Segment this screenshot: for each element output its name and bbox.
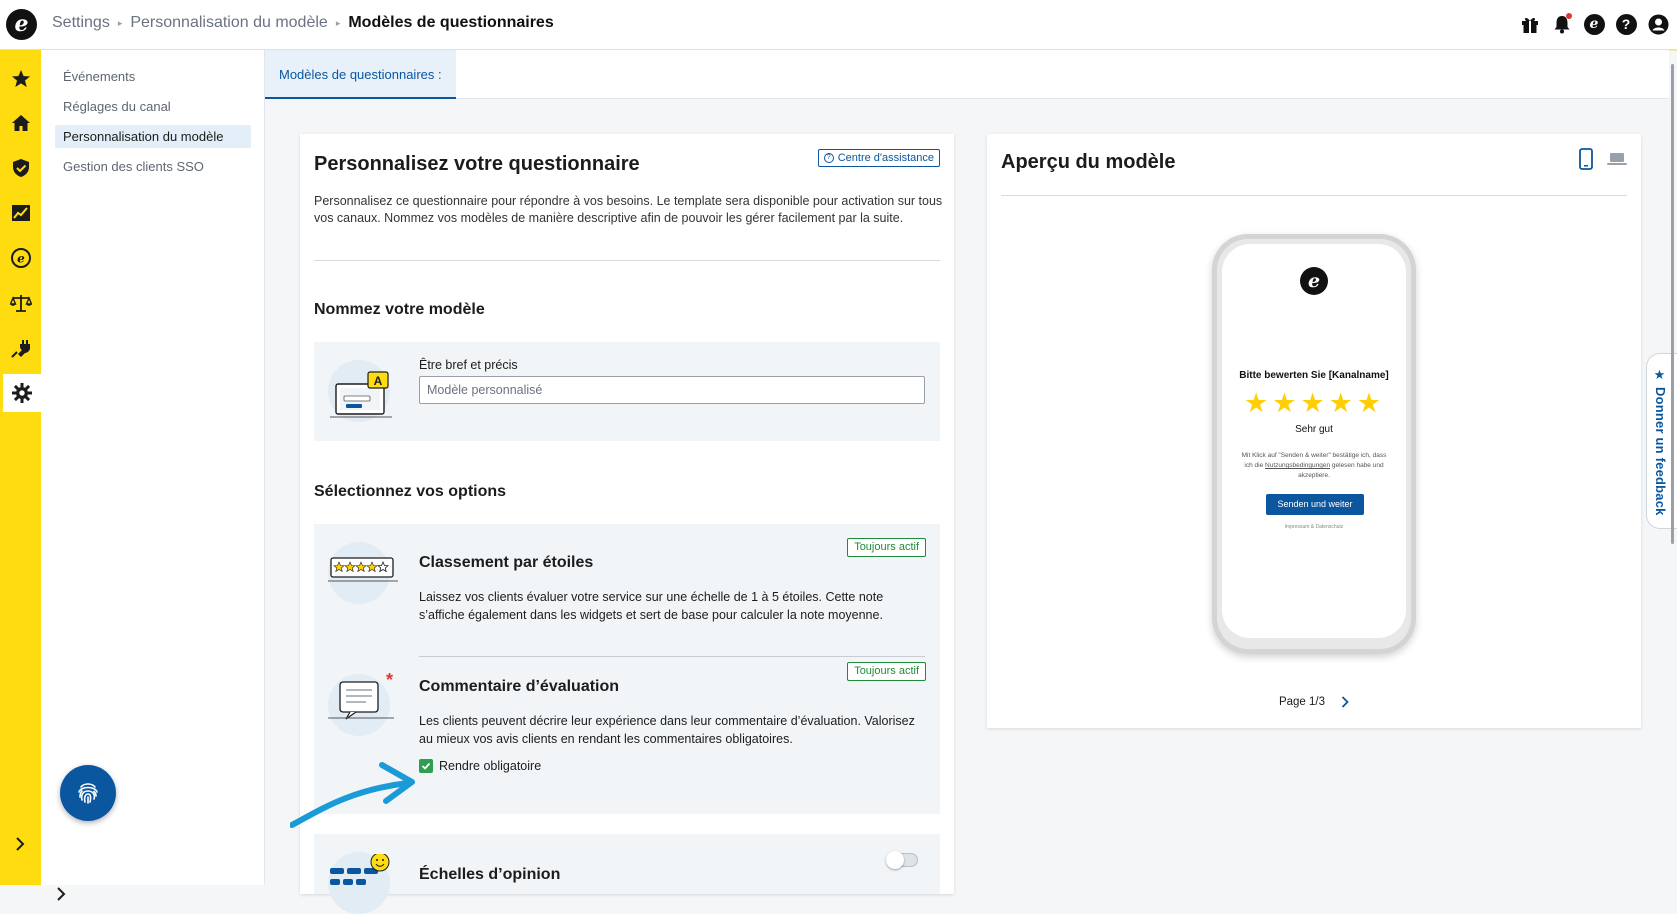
preview-pager: Page 1/3	[987, 696, 1641, 708]
rail-expand-chevron-icon[interactable]	[12, 836, 28, 852]
feedback-label: ★ Donner un feedback	[1653, 368, 1668, 516]
settings-subnav: Événements Réglages du canal Personnalis…	[41, 50, 265, 901]
phone-terms-link[interactable]: Nutzungsbedingungen	[1265, 462, 1330, 469]
icon-rail: e	[0, 50, 41, 885]
option-divider	[419, 656, 925, 657]
opinion-scales-panel: Échelles d’opinion	[314, 834, 940, 914]
gift-icon[interactable]	[1519, 13, 1541, 35]
plug-icon[interactable]	[0, 329, 41, 367]
editor-description: Personnalisez ce questionnaire pour répo…	[314, 194, 943, 225]
check-icon	[421, 762, 431, 770]
phone-legal-text: Mit Klick auf "Senden & weiter" bestätig…	[1241, 452, 1387, 479]
star-icon[interactable]	[0, 60, 41, 98]
opinion-scales-title: Échelles d’opinion	[419, 866, 561, 883]
help-circle-icon: ?	[823, 153, 834, 163]
phone-star-icon[interactable]: ★	[1329, 390, 1353, 417]
editor-title: Personnalisez votre questionnaire	[314, 153, 640, 175]
breadcrumb-separator-icon: ▸	[335, 17, 341, 28]
trustedshops-icon[interactable]: e	[1583, 13, 1605, 35]
opinion-scale-illustration-icon	[330, 854, 390, 885]
options-section-heading: Sélectionnez vos options	[314, 483, 507, 500]
phone-screen: e Bitte bewerten Sie [Kanalname] ★ ★ ★ ★…	[1222, 244, 1406, 638]
notification-dot	[1566, 13, 1572, 19]
stars-illustration-icon	[328, 557, 398, 582]
subnav-item-personnalisation[interactable]: Personnalisation du modèle	[55, 125, 251, 148]
scrollbar[interactable]	[1671, 64, 1674, 544]
review-comment-title: Commentaire d’évaluation	[419, 678, 620, 695]
top-bar: e Settings ▸ Personnalisation du modèle …	[0, 0, 1677, 51]
account-icon[interactable]	[1647, 13, 1669, 35]
always-active-badge: Toujours actif	[847, 538, 926, 557]
phone-mockup: e Bitte bewerten Sie [Kanalname] ★ ★ ★ ★…	[1212, 234, 1416, 654]
phone-logo: e	[1300, 267, 1328, 295]
home-icon[interactable]	[0, 104, 41, 142]
mandatory-checkbox-row[interactable]: Rendre obligatoire	[419, 759, 541, 773]
template-name-input[interactable]	[419, 376, 925, 404]
name-section-heading: Nommez votre modèle	[314, 301, 485, 318]
top-icons: e ?	[1519, 13, 1669, 35]
svg-text:*: *	[386, 670, 393, 690]
divider	[314, 260, 940, 261]
logo[interactable]: e	[6, 9, 37, 40]
phone-submit-button[interactable]: Senden und weiter	[1266, 494, 1364, 515]
subnav-item-evenements[interactable]: Événements	[55, 65, 251, 88]
help-icon[interactable]: ?	[1615, 13, 1637, 35]
always-active-badge: Toujours actif	[847, 662, 926, 681]
mandatory-checkbox-label: Rendre obligatoire	[439, 759, 542, 773]
phone-star-icon[interactable]: ★	[1272, 390, 1296, 417]
bell-icon[interactable]	[1551, 13, 1573, 35]
help-center-link[interactable]: ? Centre d'assistance	[817, 149, 940, 167]
breadcrumb-item-personnalisation[interactable]: Personnalisation du modèle	[130, 14, 327, 32]
breadcrumb-item-settings[interactable]: Settings	[52, 14, 110, 32]
trust-icon[interactable]: e	[0, 239, 41, 277]
annotation-arrow-icon	[290, 762, 415, 828]
form-illustration-icon: A	[330, 371, 392, 418]
svg-text:A: A	[374, 374, 383, 388]
gear-icon[interactable]	[3, 374, 41, 412]
chart-icon[interactable]	[0, 194, 41, 232]
fingerprint-icon	[78, 783, 98, 804]
divider	[1001, 195, 1627, 196]
subnav-item-reglages-canal[interactable]: Réglages du canal	[55, 95, 251, 118]
collapse-chevron-icon[interactable]	[53, 886, 69, 902]
phone-star-icon[interactable]: ★	[1244, 390, 1268, 417]
star-rating-description: Laissez vos clients évaluer votre servic…	[419, 590, 884, 622]
desktop-device-icon[interactable]	[1607, 152, 1627, 166]
shield-icon[interactable]	[0, 149, 41, 187]
device-switcher	[1579, 148, 1627, 170]
comment-illustration-icon: *	[328, 670, 394, 720]
template-preview-card: Aperçu du modèle e Bitte bewerten Sie [K…	[987, 134, 1641, 728]
breadcrumb-separator-icon: ▸	[117, 17, 123, 28]
breadcrumb: Settings ▸ Personnalisation du modèle ▸ …	[52, 14, 554, 32]
scales-icon[interactable]	[0, 284, 41, 322]
phone-footer: Impressum & Datenschutz	[1284, 524, 1344, 530]
help-center-label: Centre d'assistance	[837, 152, 934, 164]
feedback-star-icon: ★	[1653, 368, 1668, 384]
star-rating-title: Classement par étoiles	[419, 554, 594, 571]
svg-text:e: e	[17, 252, 25, 266]
tab-modeles-questionnaires[interactable]: Modèles de questionnaires :	[265, 50, 456, 99]
preview-title: Aperçu du modèle	[1001, 151, 1176, 173]
phone-stars: ★ ★ ★ ★ ★	[1244, 390, 1381, 417]
tab-bar: Modèles de questionnaires :	[265, 50, 1669, 99]
phone-rating-label: Sehr gut	[1295, 424, 1333, 435]
name-panel: A Être bref et précis	[314, 342, 940, 441]
phone-star-icon[interactable]: ★	[1357, 390, 1381, 417]
toggle-knob	[886, 851, 904, 869]
next-page-chevron-icon[interactable]	[1341, 696, 1349, 708]
fingerprint-button[interactable]	[60, 765, 116, 821]
phone-star-icon[interactable]: ★	[1300, 390, 1324, 417]
subnav-item-gestion-sso[interactable]: Gestion des clients SSO	[55, 155, 251, 178]
review-comment-description: Les clients peuvent décrire leur expérie…	[419, 714, 915, 746]
phone-question: Bitte bewerten Sie [Kanalname]	[1239, 370, 1389, 381]
breadcrumb-item-current: Modèles de questionnaires	[348, 14, 554, 31]
opinion-scales-toggle[interactable]	[886, 851, 918, 869]
page-indicator: Page 1/3	[1278, 696, 1326, 708]
mandatory-checkbox[interactable]	[419, 759, 433, 773]
template-name-label: Être bref et précis	[419, 358, 518, 372]
mobile-device-icon[interactable]	[1579, 148, 1593, 170]
